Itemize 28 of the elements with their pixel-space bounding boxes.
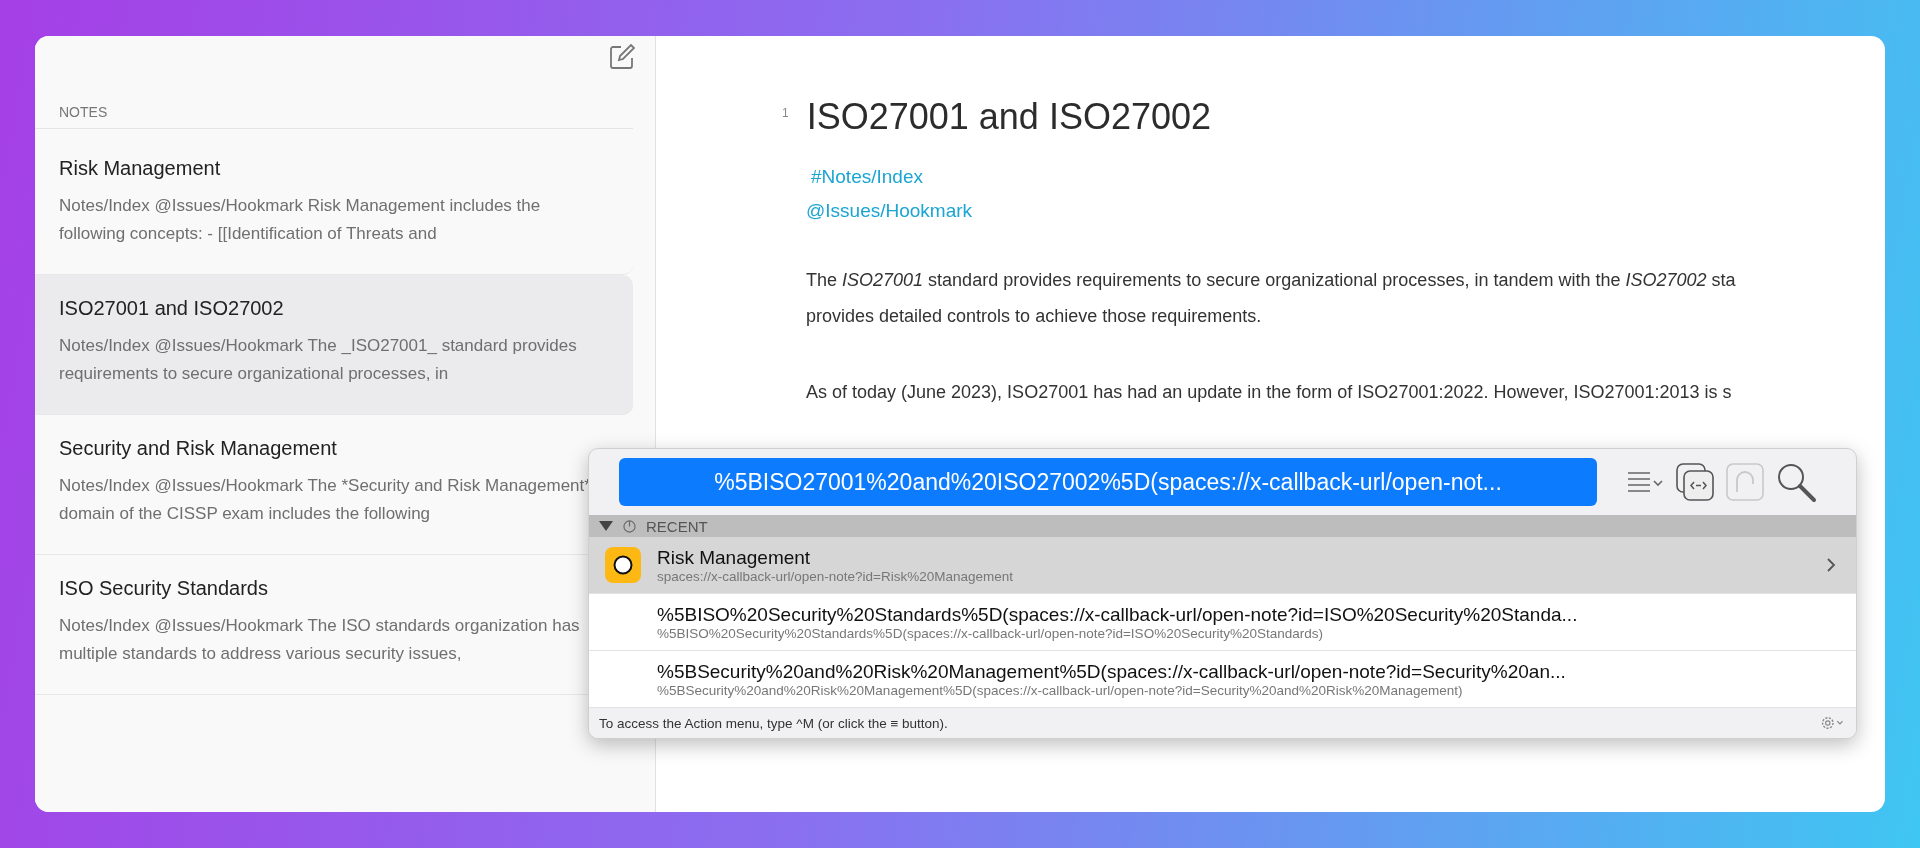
line-number: 1 — [782, 105, 789, 120]
paragraph-line: provides detailed controls to achieve those requirements. — [806, 305, 1262, 328]
url-field[interactable]: %5BISO27001%20and%20ISO27002%5D(spaces://x-callback-url/open-not... — [619, 458, 1597, 506]
item-title: %5BSecurity%20and%20Risk%20Management%5D(spaces://x-callback-url/open-note?id=Security%20an... — [657, 660, 1566, 683]
copy-link-icon[interactable] — [1675, 462, 1715, 502]
item-url: %5BSecurity%20and%20Risk%20Management%5D(spaces://x-callback-url/open-note?id=Security%20and%20Risk%20Management) — [657, 682, 1463, 698]
chevron-icon[interactable] — [1826, 557, 1836, 573]
compose-icon[interactable] — [609, 44, 635, 70]
clock-icon — [623, 519, 636, 533]
section-label: NOTES — [35, 78, 633, 129]
hint-text: To access the Action menu, type ^M (or click the ≡ button). — [599, 715, 948, 731]
disclosure-triangle-icon[interactable] — [599, 521, 613, 531]
item-url: spaces://x-callback-url/open-note?id=Risk%20Management — [657, 568, 1014, 584]
item-title: %5BISO%20Security%20Standards%5D(spaces://x-callback-url/open-note?id=ISO%20Security%20Standa... — [657, 603, 1578, 626]
section-header[interactable]: RECENT — [589, 515, 1856, 537]
note-heading: ISO27001 and ISO27002 — [806, 96, 1211, 138]
search-icon[interactable] — [1775, 461, 1817, 503]
note-item[interactable]: ISO27001 and ISO27002 Notes/Index @Issues/Hookmark The _ISO27001_ standard provides requirements to secure organizational processes, in — [35, 275, 633, 415]
section-label: RECENT — [646, 517, 708, 535]
gear-icon[interactable] — [1820, 715, 1846, 731]
bookmark-item[interactable]: Risk Management spaces://x-callback-url/open-note?id=Risk%20Management — [589, 537, 1856, 594]
item-url: %5BISO%20Security%20Standards%5D(spaces://x-callback-url/open-note?id=ISO%20Security%20Standards) — [657, 625, 1323, 641]
item-title: Risk Management — [657, 546, 811, 569]
paragraph-line: The ISO27001 standard provides requirements to secure organizational processes, in tandem with the ISO27002 sta — [806, 269, 1736, 292]
bookmark-item[interactable]: %5BISO%20Security%20Standards%5D(spaces://x-callback-url/open-note?id=ISO%20Security%20Standa... %5BISO%20Security%20Standards%5D(spaces://x-callback-url/open-note?id=ISO%20Security%20Standards) — [589, 594, 1856, 651]
paragraph-line: As of today (June 2023), ISO27001 has had an update in the form of ISO27001:2022. However, ISO27001:2013 is s — [806, 381, 1732, 404]
bookmark-item[interactable] — [589, 651, 1856, 708]
app-icon — [605, 547, 641, 583]
